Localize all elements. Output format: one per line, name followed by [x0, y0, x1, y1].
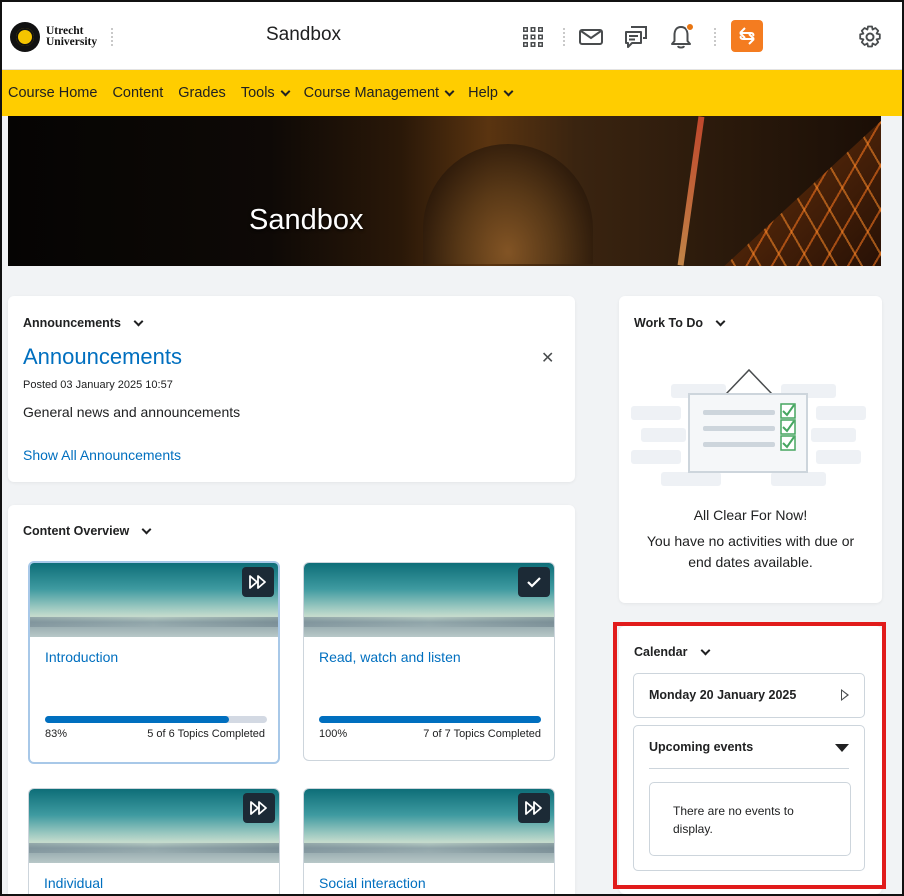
university-logo[interactable]: Utrecht University	[10, 22, 97, 52]
banner-light-streak	[677, 116, 705, 266]
chat-icon[interactable]	[623, 24, 649, 50]
next-day-icon[interactable]	[841, 689, 849, 701]
skip-forward-icon	[242, 567, 274, 597]
work-to-do-empty-line: end dates available.	[688, 554, 813, 570]
nav-label: Content	[112, 85, 164, 101]
skip-forward-icon	[243, 793, 275, 823]
logo-text: Utrecht University	[46, 25, 98, 48]
checklist-illustration-icon	[631, 368, 866, 486]
gear-icon[interactable]	[857, 24, 883, 50]
tile-thumbnail	[304, 563, 554, 637]
content-tile-individual[interactable]: Individual	[28, 788, 280, 894]
tile-thumbnail	[30, 563, 278, 637]
nav-label: Grades	[178, 85, 226, 101]
nav-help[interactable]: Help	[468, 85, 514, 101]
tile-title[interactable]: Read, watch and listen	[319, 649, 461, 665]
mail-icon[interactable]	[578, 24, 604, 50]
widget-title: Calendar	[634, 645, 688, 659]
caret-down-icon[interactable]	[835, 744, 849, 752]
banner-building-image	[423, 144, 593, 264]
tile-title[interactable]: Social interaction	[319, 875, 426, 891]
no-events-box: There are no events to display.	[649, 782, 851, 856]
skip-forward-icon	[518, 793, 550, 823]
bell-icon[interactable]	[668, 23, 694, 50]
logo-line-2: University	[46, 36, 98, 48]
work-to-do-empty-title: All Clear For Now!	[693, 507, 808, 523]
chevron-down-icon	[503, 86, 514, 96]
role-switch-icon	[739, 27, 755, 45]
nav-tools[interactable]: Tools	[240, 85, 291, 101]
nav-content[interactable]: Content	[112, 85, 163, 101]
widget-title-menu[interactable]: Work To Do	[634, 316, 726, 330]
notification-dot	[686, 23, 694, 31]
upcoming-events-title[interactable]: Upcoming events	[649, 740, 753, 754]
nav-label: Tools	[240, 85, 275, 101]
widget-title-menu[interactable]: Announcements	[23, 316, 144, 330]
progress-bar	[45, 716, 267, 723]
chevron-down-icon	[280, 86, 291, 96]
widget-title-menu[interactable]: Calendar	[634, 645, 710, 659]
no-events-message: There are no events to display.	[673, 804, 794, 836]
tile-title[interactable]: Individual	[44, 875, 103, 891]
progress-count: 7 of 7 Topics Completed	[423, 728, 541, 740]
nav-course-management[interactable]: Course Management	[303, 85, 455, 101]
chevron-down-icon	[141, 524, 152, 534]
banner-title: Sandbox	[249, 204, 364, 236]
progress-bar	[319, 716, 541, 723]
nav-label: Course Home	[8, 85, 98, 101]
role-switch-button[interactable]	[731, 20, 763, 52]
progress-fill	[319, 716, 541, 723]
widget-title: Content Overview	[23, 524, 130, 538]
top-header: Utrecht University Sandbox	[2, 2, 902, 70]
show-all-announcements-link[interactable]: Show All Announcements	[23, 447, 181, 463]
progress-count: 5 of 6 Topics Completed	[147, 728, 265, 740]
tile-thumbnail	[304, 789, 554, 863]
content-tile-read-watch-listen[interactable]: Read, watch and listen 100% 7 of 7 Topic…	[303, 562, 555, 761]
close-icon[interactable]: ✕	[541, 348, 554, 368]
progress-fill	[45, 716, 230, 723]
announcement-posted-date: Posted 03 January 2025 10:57	[23, 379, 173, 391]
header-divider	[111, 28, 113, 46]
work-to-do-widget: Work To Do All Clear For Now! You have n…	[619, 296, 882, 603]
site-title[interactable]: Sandbox	[266, 24, 341, 46]
tile-title[interactable]: Introduction	[45, 649, 118, 665]
chevron-down-icon	[444, 86, 455, 96]
checkmark-icon	[518, 567, 550, 597]
nav-course-home[interactable]: Course Home	[8, 85, 97, 101]
widget-title-menu[interactable]: Content Overview	[23, 524, 152, 538]
header-divider	[714, 28, 716, 46]
progress-percent: 100%	[319, 728, 348, 740]
apps-grid-icon[interactable]	[520, 24, 546, 50]
content-tile-introduction[interactable]: Introduction 83% 5 of 6 Topics Completed	[28, 561, 280, 764]
widget-title: Announcements	[23, 316, 121, 330]
chevron-down-icon	[133, 316, 144, 326]
chevron-down-icon	[700, 645, 710, 655]
chevron-down-icon	[715, 316, 726, 326]
widget-title: Work To Do	[634, 316, 703, 330]
content-overview-widget: Content Overview Introduction 83% 5 of 6…	[8, 505, 575, 894]
divider	[649, 768, 849, 769]
tile-thumbnail	[29, 789, 279, 863]
nav-grades[interactable]: Grades	[178, 85, 226, 101]
logo-seal-icon	[10, 22, 40, 52]
announcements-widget: Announcements Announcements ✕ Posted 03 …	[8, 296, 575, 482]
calendar-date-selector[interactable]: Monday 20 January 2025	[633, 673, 865, 718]
nav-label: Help	[468, 85, 498, 101]
content-tile-social-interaction[interactable]: Social interaction	[303, 788, 555, 894]
upcoming-events-panel: Upcoming events There are no events to d…	[633, 725, 865, 871]
course-banner: Sandbox	[8, 116, 881, 266]
announcement-heading[interactable]: Announcements	[23, 344, 182, 370]
nav-label: Course Management	[303, 85, 440, 101]
progress-percent: 83%	[45, 728, 68, 740]
calendar-date: Monday 20 January 2025	[649, 688, 797, 702]
work-to-do-empty-line: You have no activities with due or	[646, 533, 855, 549]
course-navbar: Course Home Content Grades Tools Course …	[2, 70, 902, 116]
announcement-body: General news and announcements	[23, 404, 241, 420]
banner-pyramid-image	[692, 116, 881, 266]
header-divider	[563, 28, 565, 46]
